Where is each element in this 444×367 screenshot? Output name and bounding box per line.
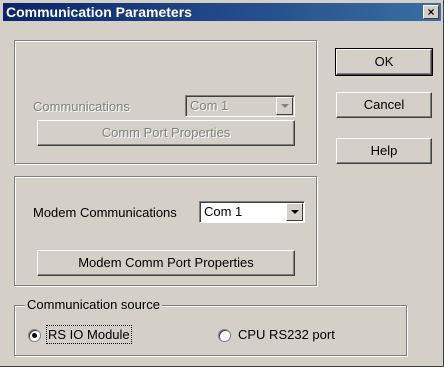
- communications-label: Communications: [33, 99, 130, 114]
- modem-communications-label: Modem Communications: [33, 205, 177, 220]
- title-bar: Communication Parameters ×: [3, 3, 441, 21]
- communications-combo: Com 1: [185, 95, 295, 117]
- communications-combo-value: Com 1: [190, 98, 229, 113]
- chevron-down-icon[interactable]: [286, 203, 303, 221]
- communication-source-legend: Communication source: [25, 297, 162, 312]
- modem-com-port-select[interactable]: Com 1: [199, 201, 305, 223]
- chevron-down-icon: [276, 97, 293, 115]
- ok-button[interactable]: OK: [335, 48, 433, 76]
- communication-parameters-dialog: Communication Parameters × Communication…: [0, 0, 444, 367]
- close-icon[interactable]: ×: [423, 5, 439, 19]
- help-button[interactable]: Help: [336, 138, 432, 164]
- modem-combo-value: Com 1: [204, 204, 243, 219]
- communication-source-group: Communication source RS IO Module CPU RS…: [14, 297, 407, 356]
- modem-communications-group: Modem Communications Com 1 Modem Comm Po…: [14, 176, 317, 286]
- communications-group: Communications Com 1 Comm Port Propertie…: [14, 40, 317, 164]
- rs-io-module-label[interactable]: RS IO Module: [46, 325, 132, 344]
- window-title: Communication Parameters: [6, 4, 192, 20]
- cpu-rs232-port-radio[interactable]: [218, 329, 231, 342]
- cancel-button[interactable]: Cancel: [336, 92, 432, 118]
- modem-comm-port-properties-button[interactable]: Modem Comm Port Properties: [37, 250, 295, 276]
- rs-io-module-radio[interactable]: [28, 329, 41, 342]
- comm-port-properties-button: Comm Port Properties: [37, 120, 295, 146]
- cpu-rs232-port-label[interactable]: CPU RS232 port: [238, 327, 335, 342]
